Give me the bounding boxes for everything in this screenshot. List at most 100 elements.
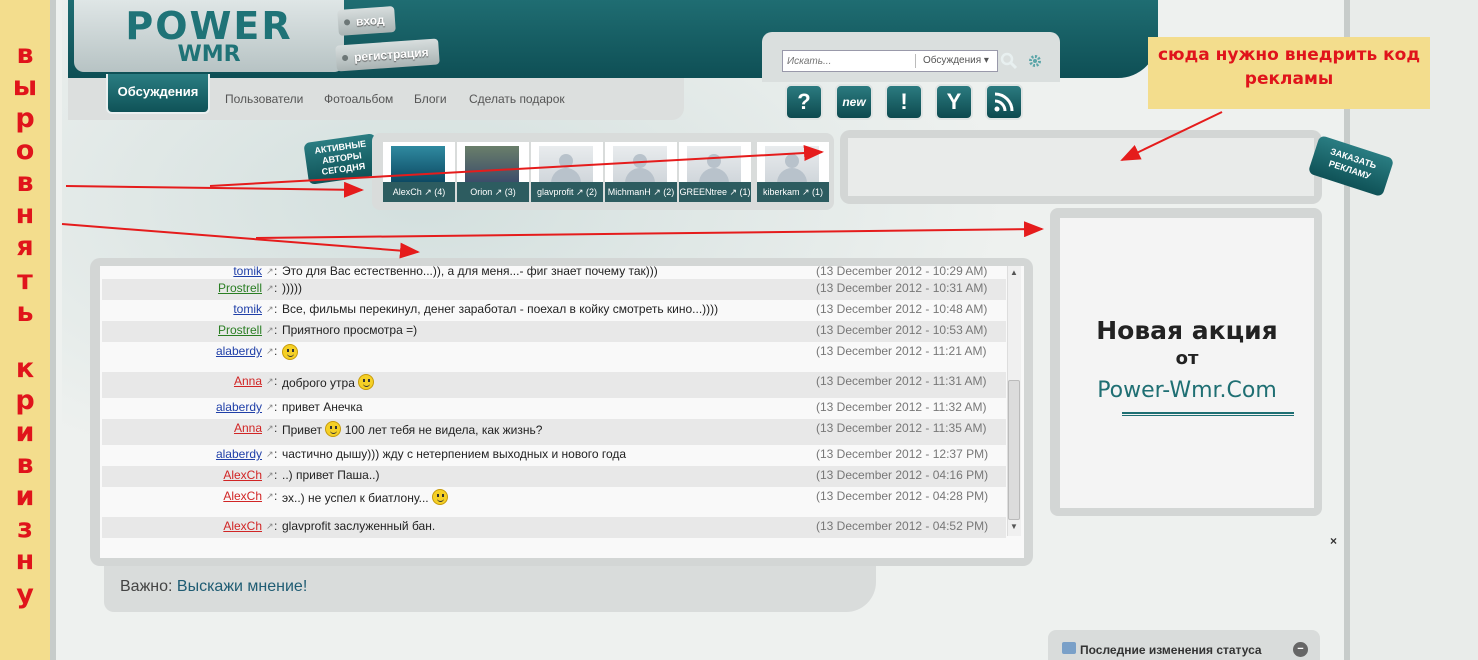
chat-text-part: ))))) [282,281,302,295]
login-button[interactable]: вход [337,6,396,36]
external-link-icon[interactable]: ↗ [651,187,664,197]
search-input[interactable] [787,54,911,68]
author-card[interactable]: MichmanH ↗ (2) [605,142,677,202]
yandex-icon[interactable]: Y [935,84,973,120]
chat-nick[interactable]: alaberdy [216,447,262,461]
status-title: Последние изменения статуса [1080,643,1262,657]
annotation-letter: т [17,265,33,296]
author-card[interactable]: kiberkam ↗ (1) [757,142,829,202]
author-caption: Orion ↗ (3) [457,182,529,202]
author-name[interactable]: MichmanH [608,187,651,197]
nav-item-photoalbum[interactable]: Фотоальбом [324,92,393,106]
external-link-icon[interactable]: ↗ [266,470,274,481]
rss-glyph [994,92,1014,112]
external-link-icon[interactable]: ↗ [266,346,274,357]
chat-text-part: доброго утра [282,376,355,390]
nav-item-users[interactable]: Пользователи [225,92,303,106]
external-link-icon[interactable]: ↗ [266,521,274,532]
author-name[interactable]: glavprofit [537,187,574,197]
external-link-icon[interactable]: ↗ [799,187,812,197]
author-name[interactable]: kiberkam [763,187,800,197]
chat-timestamp: (13 December 2012 - 04:16 PM) [816,468,989,482]
external-link-icon[interactable]: ↗ [422,187,435,197]
search-icon[interactable] [1000,52,1018,70]
shoutbox-messages[interactable]: tomik ↗: Это для Вас естественно...)), а д… [102,262,1006,540]
external-link-icon[interactable]: ↗ [266,266,274,277]
chat-nick[interactable]: alaberdy [216,400,262,414]
avatar-head [785,154,799,168]
chat-text: ))))) [282,281,302,295]
chat-nick[interactable]: tomik [233,264,262,278]
chat-timestamp: (13 December 2012 - 10:31 AM) [816,281,988,295]
avatar [465,146,519,184]
chat-nick[interactable]: AlexCh [223,468,262,482]
chat-nick[interactable]: Anna [234,374,262,388]
author-card[interactable]: GREENtree ↗ (1) [679,142,751,202]
external-link-icon[interactable]: ↗ [266,304,274,315]
scroll-up-icon[interactable]: ▲ [1008,268,1020,277]
chat-separator: : [274,323,278,337]
avatar-head [707,154,721,168]
chat-nick[interactable]: alaberdy [216,344,262,358]
rss-icon[interactable] [985,84,1023,120]
external-link-icon[interactable]: ↗ [266,491,274,502]
chat-nick[interactable]: tomik [233,302,262,316]
alert-icon[interactable]: ! [885,84,923,120]
chat-text-part: ..) привет Паша..) [282,468,380,482]
gear-icon[interactable] [1028,54,1042,68]
external-link-icon[interactable]: ↗ [266,423,274,434]
author-name[interactable]: GREENtree [679,187,727,197]
chat-nick[interactable]: Prostrell [218,323,262,337]
external-link-icon[interactable]: ↗ [573,187,586,197]
scroll-down-icon[interactable]: ▼ [1008,522,1020,531]
new-posts-icon[interactable]: new [835,84,873,120]
external-link-icon[interactable]: ↗ [727,187,740,197]
author-count: (1) [812,187,824,197]
external-link-icon[interactable]: ↗ [266,325,274,336]
author-caption: MichmanH ↗ (2) [605,182,677,202]
minimize-icon[interactable]: − [1293,642,1308,657]
search-category-select[interactable]: Обсуждения ▾ [923,55,989,66]
nav-item-blogs[interactable]: Блоги [414,92,447,106]
chat-message: AlexCh ↗: glavprofit заслуженный бан. (13 D… [102,517,1006,538]
external-link-icon[interactable]: ↗ [266,283,274,294]
close-icon[interactable]: × [1330,534,1337,548]
chat-nick[interactable]: Prostrell [218,281,262,295]
annotation-letter: о [15,135,35,166]
author-name[interactable]: AlexCh [393,187,422,197]
nav-tab-discussions[interactable]: Обсуждения [106,74,210,114]
chat-timestamp: (13 December 2012 - 10:48 AM) [816,302,988,316]
chat-nick[interactable]: Anna [234,421,262,435]
chat-text [282,344,298,360]
promo-title: Новая акция [1096,316,1278,345]
annotation-letter: в [16,167,34,198]
avatar-head [633,154,647,168]
author-name[interactable]: Orion [470,187,492,197]
chat-message: AlexCh ↗: ..) привет Паша..) (13 December 2… [102,466,1006,487]
chat-timestamp: (13 December 2012 - 12:37 PM) [816,447,989,461]
external-link-icon[interactable]: ↗ [492,187,505,197]
smiley-icon [282,344,298,360]
chat-nick[interactable]: AlexCh [223,519,262,533]
author-caption: GREENtree ↗ (1) [679,182,751,202]
promo-underline [1122,412,1294,416]
nav-item-gift[interactable]: Сделать подарок [469,92,565,106]
scrollbar-thumb[interactable] [1008,380,1020,520]
external-link-icon[interactable]: ↗ [266,402,274,413]
help-icon[interactable]: ? [785,84,823,120]
chat-text-part: Приятного просмотра =) [282,323,418,337]
external-link-icon[interactable]: ↗ [266,376,274,387]
chat-message: Prostrell ↗:))))) (13 December 2012 - 10:3… [102,279,1006,300]
external-link-icon[interactable]: ↗ [266,449,274,460]
chat-text: Все, фильмы перекинул, денег заработал -… [282,302,718,316]
author-card[interactable]: AlexCh ↗ (4) [383,142,455,202]
author-card[interactable]: glavprofit ↗ (2) [531,142,603,202]
promo-site: Power-Wmr.Com [1097,378,1277,403]
chat-nick[interactable]: AlexCh [223,489,262,503]
chat-message: tomik ↗: Это для Вас естественно...)), а д… [102,262,1006,279]
chat-timestamp: (13 December 2012 - 10:53 AM) [816,323,988,337]
author-card[interactable]: Orion ↗ (3) [457,142,529,202]
site-logo[interactable]: POWER WMR [74,0,344,72]
chat-separator: : [274,447,278,461]
important-link[interactable]: Выскажи мнение! [177,578,307,595]
